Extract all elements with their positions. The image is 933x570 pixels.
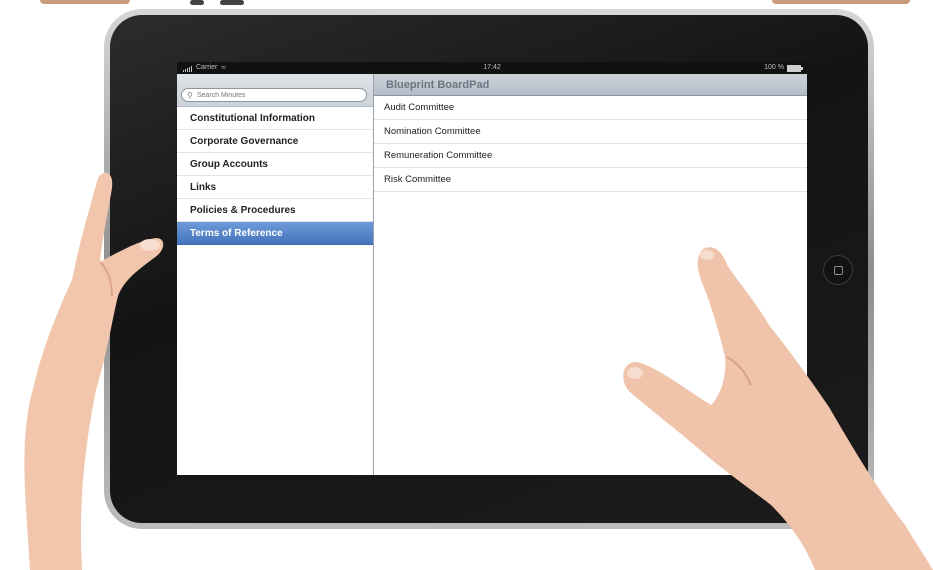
status-time: 17:42: [483, 64, 501, 71]
search-bar: ⚲: [177, 74, 373, 107]
left-hand: [24, 172, 164, 570]
committee-item-remuneration[interactable]: Remuneration Committee: [374, 144, 807, 168]
battery-indicator: 100 %: [764, 62, 803, 74]
category-item-policies-procedures[interactable]: Policies & Procedures: [177, 199, 373, 222]
right-hand: [623, 247, 933, 570]
category-item-group-accounts[interactable]: Group Accounts: [177, 153, 373, 176]
battery-label: 100 %: [764, 64, 784, 71]
committee-item-audit[interactable]: Audit Committee: [374, 96, 807, 120]
committee-list: Audit Committee Nomination Committee Rem…: [374, 96, 807, 192]
master-pane: ⚲ Constitutional Information Corporate G…: [177, 74, 374, 475]
committee-item-nomination[interactable]: Nomination Committee: [374, 120, 807, 144]
battery-icon: [787, 64, 803, 72]
category-item-constitutional-information[interactable]: Constitutional Information: [177, 107, 373, 130]
category-item-corporate-governance[interactable]: Corporate Governance: [177, 130, 373, 153]
background-corner-left: [40, 0, 130, 4]
page-title: Blueprint BoardPad: [386, 78, 490, 91]
category-item-terms-of-reference[interactable]: Terms of Reference: [177, 222, 373, 245]
background-cable: [190, 0, 290, 8]
background-corner-right: [772, 0, 910, 4]
status-bar: Carrier ≈ 17:42 100 %: [177, 62, 807, 74]
search-input[interactable]: [196, 91, 347, 99]
category-item-links[interactable]: Links: [177, 176, 373, 199]
search-field[interactable]: ⚲: [181, 88, 367, 102]
search-icon: ⚲: [187, 90, 193, 100]
detail-navbar: Blueprint BoardPad: [374, 74, 807, 96]
category-list: Constitutional Information Corporate Gov…: [177, 107, 373, 245]
committee-item-risk[interactable]: Risk Committee: [374, 168, 807, 192]
